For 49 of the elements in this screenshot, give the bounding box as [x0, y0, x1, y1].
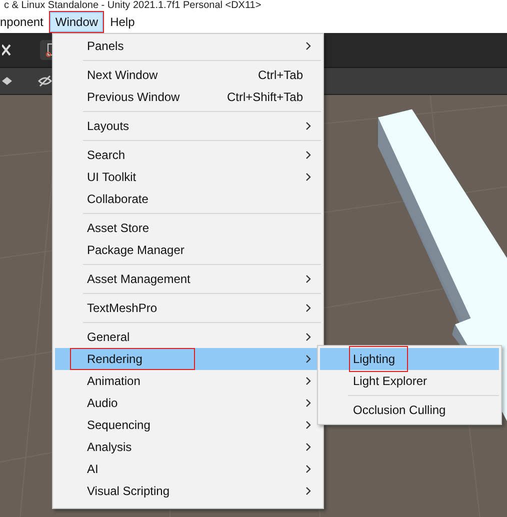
menu-item[interactable]: Package Manager — [55, 239, 321, 261]
menu-item-label: Next Window — [87, 67, 158, 83]
visibility-icon[interactable] — [38, 75, 52, 87]
menu-item-label: Search — [87, 147, 126, 163]
menu-item[interactable]: AI — [55, 458, 321, 480]
menu-item-label: AI — [87, 461, 98, 477]
menu-item-label: Layouts — [87, 118, 130, 134]
menu-item[interactable]: Lighting — [320, 348, 499, 370]
menu-item-label: Animation — [87, 373, 140, 389]
menu-item[interactable]: Animation — [55, 370, 321, 392]
menu-item-label: Package Manager — [87, 242, 184, 258]
menu-item-label: Panels — [87, 38, 124, 54]
menu-item[interactable]: Collaborate — [55, 188, 321, 210]
menu-bar-item[interactable]: nponent — [0, 12, 48, 32]
menu-item-label: Occlusion Culling — [353, 402, 446, 418]
menu-item[interactable]: Light Explorer — [320, 370, 499, 392]
menu-bar-item[interactable]: Help — [105, 12, 140, 32]
menu-item[interactable]: Panels — [55, 35, 321, 57]
menu-item[interactable]: Analysis — [55, 436, 321, 458]
menu-item-label: Rendering — [73, 351, 192, 367]
window-title: c & Linux Standalone - Unity 2021.1.7f1 Personal <DX11> — [3, 0, 262, 11]
menu-item[interactable]: Asset Management — [55, 268, 321, 290]
menu-item-label: Collaborate — [87, 191, 148, 207]
menu-bar-item[interactable]: Window — [50, 12, 104, 32]
menu-item-label: UI Toolkit — [87, 169, 136, 185]
menu-item-label: Visual Scripting — [87, 483, 170, 499]
menu-item-label: General — [87, 329, 130, 345]
menu-item-label: Sequencing — [87, 417, 150, 433]
menu-item[interactable]: Next Window Ctrl+Tab — [55, 64, 321, 86]
menu-item-label: Asset Store — [87, 220, 150, 236]
menu-item-label: TextMeshPro — [87, 300, 158, 316]
menu-item-label: Asset Management — [87, 271, 190, 287]
menu-item[interactable]: TextMeshPro — [55, 297, 321, 319]
menu-item-label: Audio — [87, 395, 118, 411]
shortcut-label: Ctrl+Tab — [258, 68, 303, 82]
menu-item[interactable]: Layouts — [55, 115, 321, 137]
menu-item-label: Light Explorer — [353, 373, 428, 389]
menu-item[interactable]: Audio — [55, 392, 321, 414]
menu-item[interactable]: Occlusion Culling — [320, 399, 499, 421]
menu-item[interactable]: Previous Window Ctrl+Shift+Tab — [55, 86, 321, 108]
shortcut-label: Ctrl+Shift+Tab — [226, 90, 303, 104]
menu-item[interactable]: Sequencing — [55, 414, 321, 436]
menu-item-label: Analysis — [87, 439, 132, 455]
menu-item[interactable]: Visual Scripting — [55, 480, 321, 502]
menu-item[interactable]: Asset Store — [55, 217, 321, 239]
menu-item[interactable]: General — [55, 326, 321, 348]
menu-item[interactable]: Search — [55, 144, 321, 166]
menu-item-label: Previous Window — [87, 89, 180, 105]
menu-item[interactable]: UI Toolkit — [55, 166, 321, 188]
